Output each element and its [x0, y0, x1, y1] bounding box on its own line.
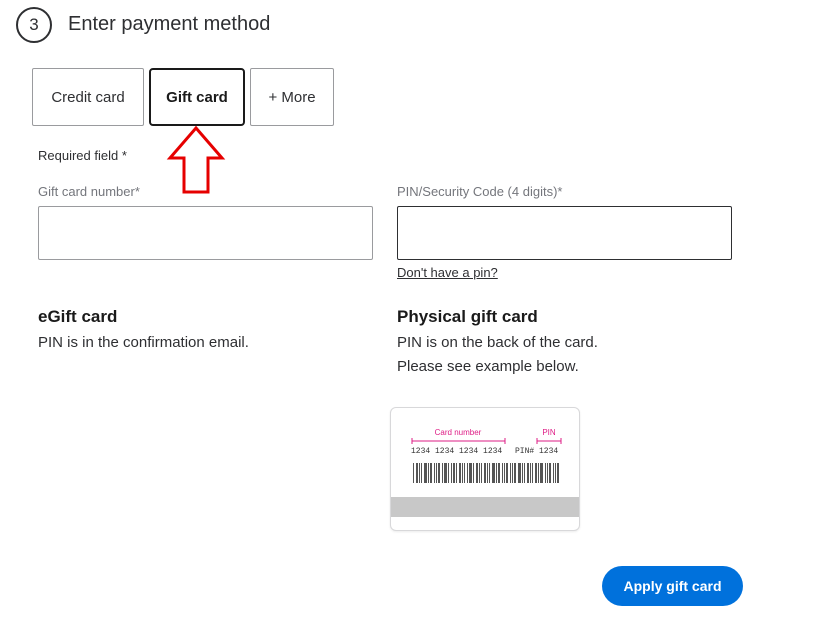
gift-card-number-label: Gift card number* [38, 184, 140, 199]
pin-digits: PIN# 1234 [515, 447, 558, 456]
required-field-note: Required field * [38, 148, 127, 163]
tab-credit-card[interactable]: Credit card [32, 68, 144, 126]
tab-more[interactable]: + More [250, 68, 334, 126]
gift-card-back-example: Card number PIN 1234 1234 1234 1234 PIN#… [390, 407, 580, 531]
barcode [413, 463, 559, 483]
pin-example-label: PIN [542, 428, 556, 437]
magnetic-strip [391, 497, 579, 517]
physical-card-example-note: Please see example below. [397, 358, 579, 375]
physical-gift-card-heading: Physical gift card [397, 307, 538, 326]
step-number-badge: 3 [16, 7, 52, 43]
pin-input[interactable] [397, 206, 732, 260]
physical-card-description: PIN is on the back of the card. [397, 334, 598, 351]
apply-gift-card-button[interactable]: Apply gift card [602, 566, 743, 606]
no-pin-link[interactable]: Don't have a pin? [397, 265, 498, 280]
tab-gift-card[interactable]: Gift card [149, 68, 245, 126]
step-number: 3 [29, 15, 39, 34]
egift-description: PIN is in the confirmation email. [38, 334, 249, 351]
egift-heading: eGift card [38, 307, 118, 326]
pin-label: PIN/Security Code (4 digits)* [397, 184, 563, 199]
card-number-digits: 1234 1234 1234 1234 [411, 447, 502, 456]
card-number-label: Card number [435, 428, 482, 437]
page-title: Enter payment method [68, 13, 271, 35]
gift-card-number-input[interactable] [38, 206, 373, 260]
up-arrow-icon [166, 126, 226, 194]
